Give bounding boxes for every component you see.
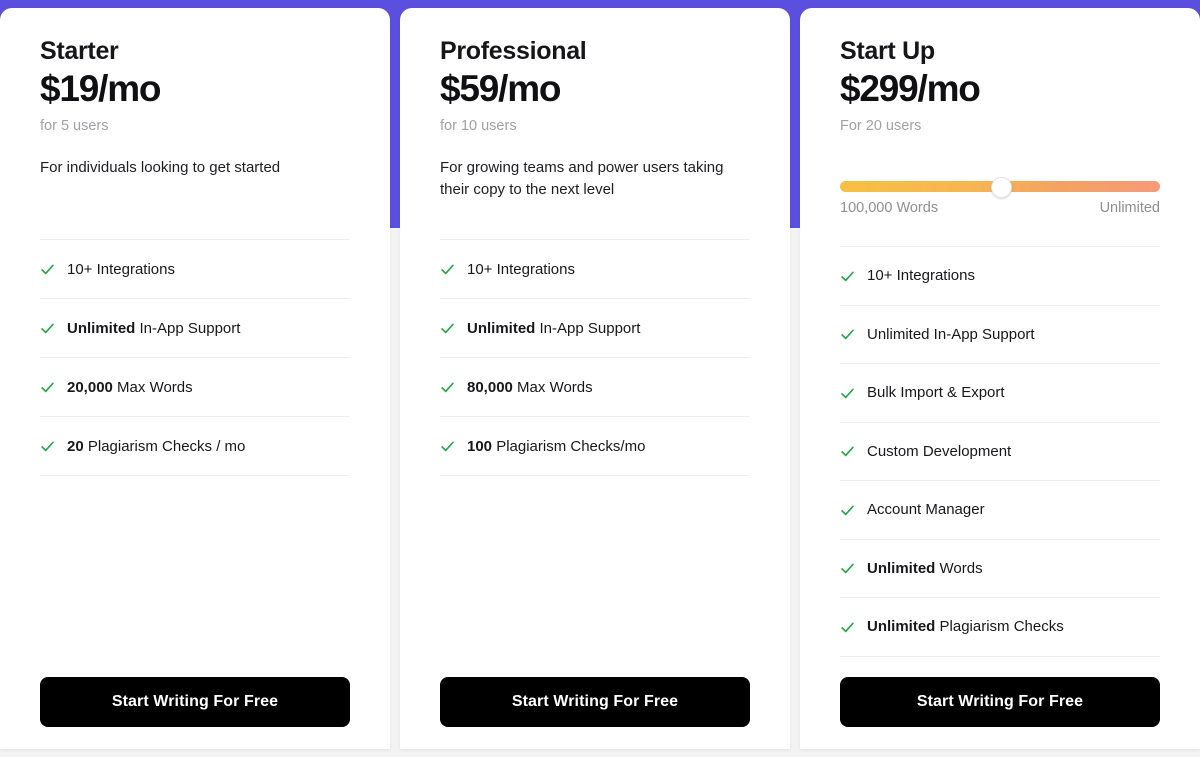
pricing-cards-row: Starter $19/mo for 5 users For individua… (0, 0, 1200, 749)
plan-name: Starter (40, 37, 119, 65)
feature-label: 20,000 Max Words (67, 378, 193, 396)
check-icon (40, 262, 55, 277)
start-writing-for-free-button[interactable]: Start Writing For Free (840, 677, 1160, 727)
start-writing-for-free-button[interactable]: Start Writing For Free (40, 677, 350, 727)
slider-max-label: Unlimited (1099, 200, 1160, 217)
feature-label: Custom Development (867, 442, 1012, 460)
plan-price: $19/mo (40, 67, 162, 109)
plan-name: Start Up (840, 37, 935, 65)
check-icon (840, 269, 855, 284)
feature-row: Unlimited In-App Support (840, 306, 1160, 365)
check-icon (840, 620, 855, 635)
feature-row: Custom Development (840, 423, 1160, 482)
check-icon (440, 321, 455, 336)
feature-label: 10+ Integrations (867, 267, 975, 285)
pricing-card-professional[interactable]: Professional $59/mo for 10 users For gro… (400, 8, 790, 749)
feature-row: 100 Plagiarism Checks/mo (440, 417, 750, 477)
feature-row: 20 Plagiarism Checks / mo (40, 417, 350, 477)
feature-label: 100 Plagiarism Checks/mo (467, 437, 646, 455)
check-icon (40, 439, 55, 454)
slider-labels: 100,000 Words Unlimited (840, 200, 1160, 216)
check-icon (840, 561, 855, 576)
feature-label: Unlimited In-App Support (467, 319, 641, 337)
feature-label: Bulk Import & Export (867, 384, 1005, 402)
feature-label: Unlimited In-App Support (867, 325, 1035, 343)
plan-name: Professional (440, 37, 587, 65)
feature-row: Unlimited Plagiarism Checks (840, 598, 1160, 657)
feature-label: Account Manager (867, 501, 985, 519)
plan-description: For growing teams and power users taking… (440, 159, 724, 199)
word-quota-slider[interactable]: 100,000 Words Unlimited (840, 177, 1160, 216)
slider-thumb[interactable] (990, 177, 1012, 199)
plan-users: For 20 users (840, 117, 922, 134)
card-footer: Start Writing For Free (40, 677, 350, 749)
pricing-page: Starter $19/mo for 5 users For individua… (0, 0, 1200, 757)
feature-label: Unlimited In-App Support (67, 319, 241, 337)
feature-row: Unlimited Words (840, 540, 1160, 599)
feature-row: 20,000 Max Words (40, 358, 350, 418)
feature-label: 80,000 Max Words (467, 378, 593, 396)
feature-label: 20 Plagiarism Checks / mo (67, 437, 246, 455)
feature-list: 10+ Integrations Unlimited In-App Support… (840, 246, 1160, 657)
feature-row: Unlimited In-App Support (40, 299, 350, 359)
feature-label: 10+ Integrations (467, 260, 575, 278)
card-footer: Start Writing For Free (440, 677, 750, 749)
pricing-card-startup[interactable]: Start Up $299/mo For 20 users 100,000 Wo… (800, 8, 1200, 749)
feature-label: 10+ Integrations (67, 260, 175, 278)
start-writing-for-free-button[interactable]: Start Writing For Free (440, 677, 750, 727)
feature-row: Bulk Import & Export (840, 364, 1160, 423)
feature-row: Unlimited In-App Support (440, 299, 750, 359)
plan-price: $299/mo (840, 67, 981, 109)
slider-min-label: 100,000 Words (840, 200, 939, 217)
check-icon (40, 380, 55, 395)
feature-row: 80,000 Max Words (440, 358, 750, 418)
check-icon (840, 444, 855, 459)
feature-row: 10+ Integrations (40, 240, 350, 300)
plan-description: For individuals looking to get started (40, 159, 281, 177)
check-icon (440, 380, 455, 395)
feature-row: 10+ Integrations (440, 240, 750, 300)
check-icon (840, 386, 855, 401)
feature-row: Account Manager (840, 481, 1160, 540)
feature-label: Unlimited Words (867, 559, 983, 577)
feature-row: 10+ Integrations (840, 247, 1160, 306)
check-icon (440, 439, 455, 454)
plan-users: for 5 users (40, 117, 109, 134)
check-icon (440, 262, 455, 277)
check-icon (840, 327, 855, 342)
slider-track[interactable] (840, 177, 1160, 199)
pricing-card-starter[interactable]: Starter $19/mo for 5 users For individua… (0, 8, 390, 749)
feature-list: 10+ Integrations Unlimited In-App Support… (440, 239, 750, 477)
card-footer: Start Writing For Free (840, 677, 1160, 749)
check-icon (840, 503, 855, 518)
feature-list: 10+ Integrations Unlimited In-App Support… (40, 239, 350, 477)
plan-users: for 10 users (440, 117, 517, 134)
feature-label: Unlimited Plagiarism Checks (867, 618, 1064, 636)
plan-price: $59/mo (440, 67, 562, 109)
check-icon (40, 321, 55, 336)
